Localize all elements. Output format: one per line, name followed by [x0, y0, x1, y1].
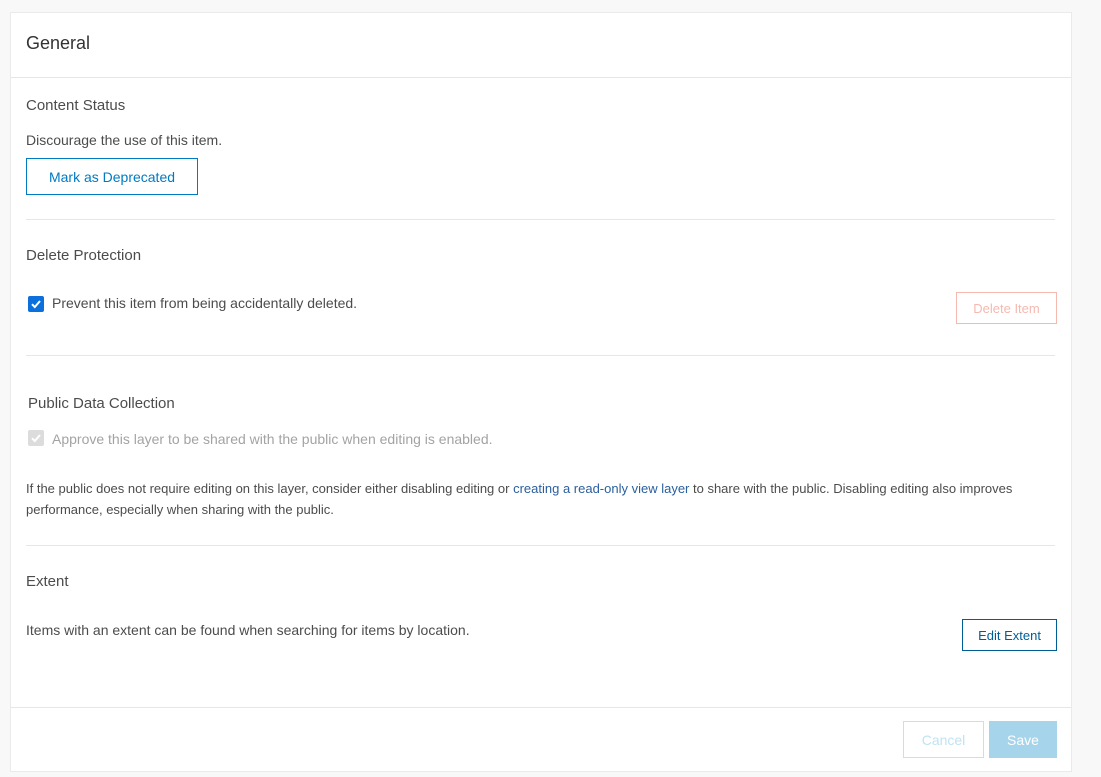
save-button[interactable]: Save — [989, 721, 1057, 758]
panel-header: General — [11, 13, 1071, 78]
divider — [26, 219, 1055, 220]
public-data-info: If the public does not require editing o… — [26, 478, 1051, 520]
delete-protection-heading: Delete Protection — [26, 247, 142, 264]
delete-protection-checkbox[interactable] — [28, 296, 44, 312]
cancel-button[interactable]: Cancel — [903, 721, 984, 758]
panel-title: General — [26, 33, 91, 53]
public-sharing-label: Approve this layer to be shared with the… — [52, 431, 493, 447]
mark-as-deprecated-button[interactable]: Mark as Deprecated — [26, 158, 198, 195]
general-settings-panel: General Content Status Discourage the us… — [10, 12, 1072, 772]
content-status-description: Discourage the use of this item. — [26, 132, 223, 148]
content-status-heading: Content Status — [26, 97, 126, 114]
create-view-layer-link[interactable]: creating a read-only view layer — [513, 481, 689, 496]
public-sharing-checkbox[interactable] — [28, 430, 44, 446]
panel-footer: Cancel Save — [11, 707, 1071, 777]
edit-extent-button[interactable]: Edit Extent — [962, 619, 1057, 651]
divider — [26, 355, 1055, 356]
info-text-before: If the public does not require editing o… — [26, 481, 514, 496]
checkmark-icon — [31, 300, 41, 309]
public-data-collection-heading: Public Data Collection — [28, 395, 175, 412]
divider — [26, 545, 1055, 546]
extent-heading: Extent — [26, 573, 69, 590]
delete-item-button[interactable]: Delete Item — [956, 292, 1057, 324]
extent-description: Items with an extent can be found when s… — [26, 622, 470, 638]
checkmark-icon — [31, 434, 41, 443]
delete-protection-label[interactable]: Prevent this item from being accidentall… — [52, 295, 357, 311]
